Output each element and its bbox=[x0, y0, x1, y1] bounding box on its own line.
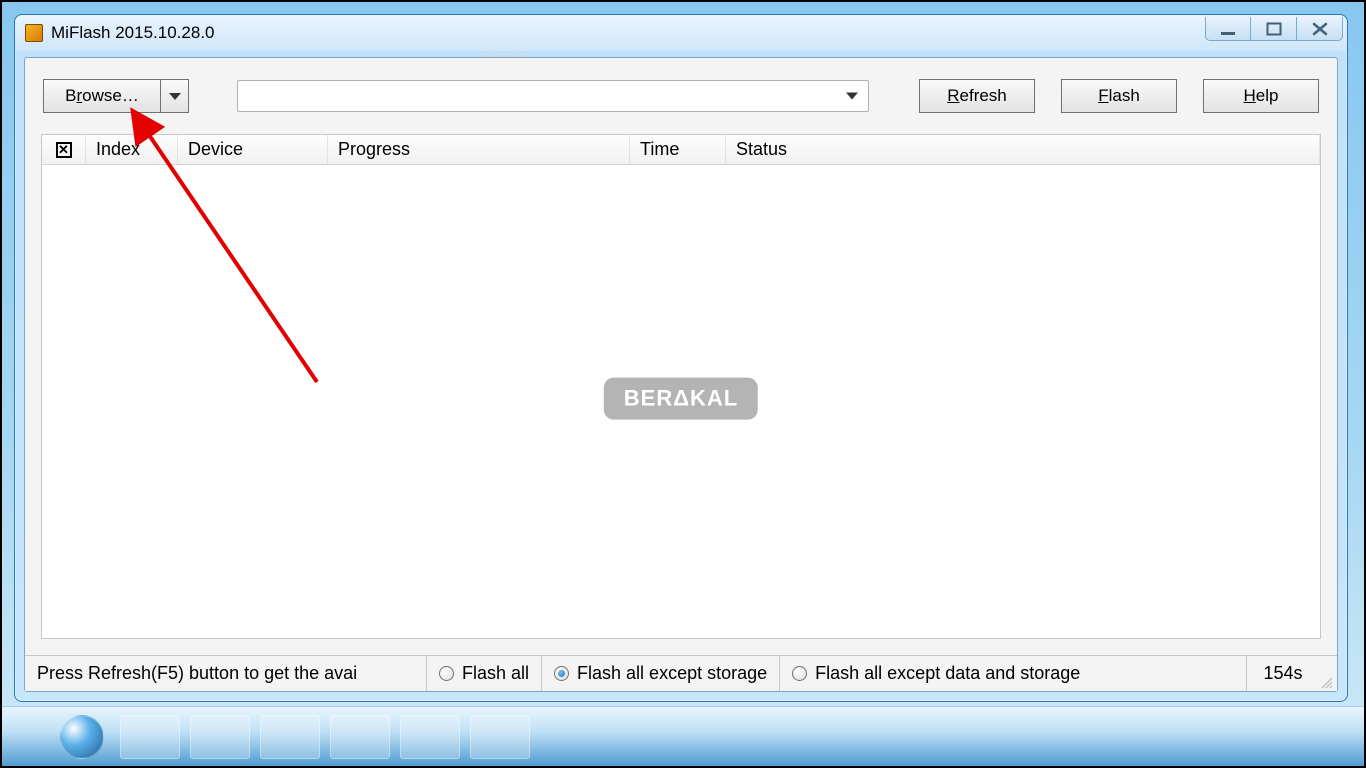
radio-label: Flash all bbox=[462, 663, 529, 684]
titlebar[interactable]: MiFlash 2015.10.28.0 bbox=[15, 15, 1347, 51]
help-button[interactable]: Help bbox=[1203, 79, 1319, 113]
elapsed-time: 154s bbox=[1247, 656, 1319, 691]
flash-button[interactable]: Flash bbox=[1061, 79, 1177, 113]
refresh-button[interactable]: Refresh bbox=[919, 79, 1035, 113]
radio-icon bbox=[439, 666, 454, 681]
statusbar: Press Refresh(F5) button to get the avai… bbox=[25, 655, 1337, 691]
close-button[interactable] bbox=[1297, 17, 1343, 41]
maximize-button[interactable] bbox=[1251, 17, 1297, 41]
browse-button[interactable]: Browse… bbox=[43, 79, 161, 113]
browse-dropdown-button[interactable] bbox=[161, 79, 189, 113]
path-combobox[interactable] bbox=[237, 80, 869, 112]
column-header-device[interactable]: Device bbox=[178, 135, 328, 164]
client-area: Browse… Refresh Flash Help bbox=[24, 57, 1338, 692]
taskbar-item bbox=[400, 715, 460, 759]
radio-label: Flash all except storage bbox=[577, 663, 767, 684]
column-header-status[interactable]: Status bbox=[726, 135, 1320, 164]
taskbar-item bbox=[260, 715, 320, 759]
taskbar bbox=[0, 706, 1366, 768]
radio-label: Flash all except data and storage bbox=[815, 663, 1080, 684]
list-header: ✕ Index Device Progress Time Status bbox=[42, 135, 1320, 165]
close-icon bbox=[1312, 22, 1328, 36]
minimize-icon bbox=[1219, 22, 1237, 36]
radio-flash-all[interactable]: Flash all bbox=[427, 656, 542, 691]
chevron-down-icon bbox=[169, 93, 181, 100]
column-header-index[interactable]: Index bbox=[86, 135, 178, 164]
browse-split-button: Browse… bbox=[43, 79, 189, 113]
minimize-button[interactable] bbox=[1205, 17, 1251, 41]
column-header-time[interactable]: Time bbox=[630, 135, 726, 164]
taskbar-item bbox=[470, 715, 530, 759]
window-title: MiFlash 2015.10.28.0 bbox=[51, 23, 215, 43]
app-icon bbox=[25, 24, 43, 42]
radio-flash-except-data-storage[interactable]: Flash all except data and storage bbox=[780, 656, 1247, 691]
watermark-badge: BERΔKAL bbox=[604, 377, 758, 419]
taskbar-item bbox=[330, 715, 390, 759]
column-header-progress[interactable]: Progress bbox=[328, 135, 630, 164]
toggle-all-column[interactable]: ✕ bbox=[42, 135, 86, 164]
toolbar: Browse… Refresh Flash Help bbox=[25, 58, 1337, 120]
start-orb-icon bbox=[60, 715, 104, 759]
resize-grip-icon[interactable] bbox=[1319, 677, 1337, 691]
chevron-down-icon bbox=[846, 93, 858, 100]
radio-icon bbox=[554, 666, 569, 681]
radio-icon bbox=[792, 666, 807, 681]
window-controls bbox=[1205, 17, 1343, 41]
list-body: BERΔKAL bbox=[42, 165, 1320, 638]
taskbar-item bbox=[190, 715, 250, 759]
app-window: MiFlash 2015.10.28.0 Browse… bbox=[14, 14, 1348, 702]
x-checkbox-icon: ✕ bbox=[56, 142, 72, 158]
status-hint: Press Refresh(F5) button to get the avai bbox=[25, 656, 427, 691]
radio-flash-except-storage[interactable]: Flash all except storage bbox=[542, 656, 780, 691]
taskbar-item bbox=[120, 715, 180, 759]
maximize-icon bbox=[1266, 22, 1282, 36]
device-list: ✕ Index Device Progress Time Status BERΔ… bbox=[41, 134, 1321, 639]
